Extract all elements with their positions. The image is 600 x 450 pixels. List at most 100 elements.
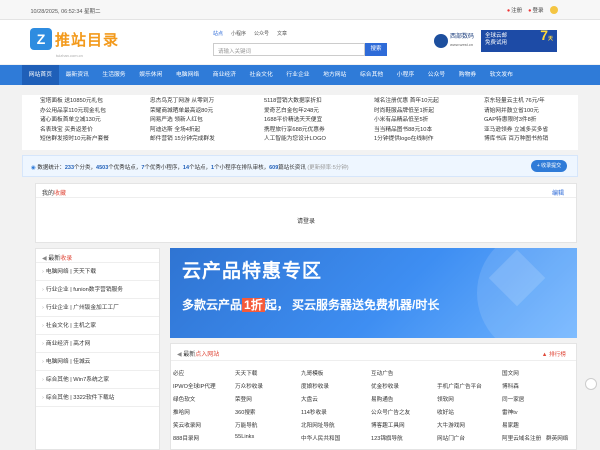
search-input[interactable]: 请输入关键词 [213,43,365,56]
list-item[interactable]: › 商业经济 | 高才网 [36,335,159,353]
site-link[interactable]: 手机广南广告平台 [437,382,482,390]
site-link[interactable]: 博科森 [502,382,519,390]
submit-site-button[interactable]: + 收录提交 [531,160,567,172]
site-link[interactable]: 中华人民共和国 [301,434,340,442]
promo-link[interactable]: 爱奇艺白金包年248元 [264,107,326,117]
site-link[interactable]: 123锦旗导航 [371,434,403,442]
nav-computer[interactable]: 电脑网络 [169,65,206,85]
site-link[interactable]: 易购通告 [371,395,393,403]
promo-link[interactable]: 携程旅行享688元优惠券 [264,126,326,136]
nav-coupon[interactable]: 购物券 [452,65,483,85]
nav-miniapp[interactable]: 小程序 [390,65,421,85]
register-link[interactable]: ●注册 [507,6,522,14]
promo-link[interactable]: 阿迪达斯 全场4折起 [150,126,215,136]
cloud-promo-banner[interactable]: 云产品特惠专区 多款云产品 1折 起， 买云服务器送免费机器/时长 [170,248,577,338]
site-link[interactable]: 易家趣 [502,421,519,429]
promo-link[interactable]: 1分钟提供logo在线制作 [374,135,439,145]
search-tab-site[interactable]: 站点 [213,30,223,37]
site-link[interactable]: 群英网络 [546,434,568,442]
site-link[interactable]: 公众号广告之友 [371,408,410,416]
site-link[interactable]: 荣登网 [235,395,252,403]
site-link[interactable]: 360搜索 [235,408,256,416]
west-ad[interactable]: 西部数码 www.west.cn [434,34,474,48]
nav-business[interactable]: 商业经济 [206,65,243,85]
list-item[interactable]: › 行业企业 | 广州钣金加工工厂 [36,299,159,317]
nav-industry[interactable]: 行业企业 [280,65,317,85]
promo-link[interactable]: 诸心面板首单立减130元 [40,116,109,126]
list-item[interactable]: › 行业企业 | funion数字营销服务 [36,281,159,299]
site-link[interactable]: 国文网 [502,369,519,377]
support-float-icon[interactable] [585,378,597,390]
search-tab-article[interactable]: 文章 [277,30,287,37]
favorites-edit-link[interactable]: 编辑 [552,188,564,197]
site-link[interactable]: 绿色软文 [173,395,195,403]
promo-link[interactable]: 时尚鞋服品牌低至1折起 [374,107,439,117]
site-link[interactable]: 互动广告 [371,369,393,377]
nav-home[interactable]: 网站首页 [22,65,59,85]
site-link[interactable]: 优金秒收录 [371,382,399,390]
nav-local[interactable]: 地方网站 [316,65,353,85]
list-item[interactable]: › 综合其他 | Win7系统之家 [36,371,159,389]
nav-news[interactable]: 最新资讯 [59,65,96,85]
site-link[interactable]: 必应 [173,369,184,377]
promo-link[interactable]: 忠杰鸟克丁网游 从零到万 [150,97,215,107]
promo-link[interactable]: 当当精品图书88元10本 [374,126,439,136]
site-link[interactable]: 大盘云 [301,395,318,403]
ranking-link[interactable]: ▲ 排行榜 [542,349,566,358]
promo-link[interactable]: 邮件营销 15分钟完成群发 [150,135,215,145]
site-link[interactable]: 天天下载 [235,369,257,377]
promo-link[interactable]: 域名注册优惠 首年10元起 [374,97,439,107]
site-link[interactable]: 114秒收录 [301,408,327,416]
site-link[interactable]: 推哈网 [173,408,190,416]
promo-link[interactable]: 请始网并鼓立省100元 [484,107,548,117]
promo-link[interactable]: 京东轻量云主机 76元/年 [484,97,548,107]
site-link[interactable]: 领软网 [437,395,454,403]
nav-entertainment[interactable]: 娱乐休闲 [132,65,169,85]
promo-link[interactable]: 宝塔面板 送10850元礼包 [40,97,109,107]
site-link[interactable]: 网站门广台 [437,434,465,442]
search-tab-miniapp[interactable]: 小程序 [231,30,246,37]
site-link[interactable]: 55Links [235,434,254,440]
promo-link[interactable]: 亚马逊领券 立减多买多省 [484,126,548,136]
promo-link[interactable]: 1688平价精选天天便宜 [264,116,326,126]
nav-other[interactable]: 综合其他 [353,65,390,85]
promo-link[interactable]: 小米有品精品低至5折 [374,116,439,126]
list-item[interactable]: › 社会文化 | 主机之家 [36,317,159,335]
site-link[interactable]: 阿里云域名注册 [502,434,541,442]
site-link[interactable]: 万众秒收录 [235,382,263,390]
promo-link[interactable]: 人工智能为您设计LOGO [264,135,326,145]
site-link[interactable]: 大牛游戏网 [437,421,465,429]
site-link[interactable]: 万能导航 [235,421,257,429]
promo-link[interactable]: 荣耀商城晒单最高返80元 [150,107,215,117]
nav-life[interactable]: 生活服务 [96,65,133,85]
site-link[interactable]: 同一家居 [502,395,524,403]
cloud-mail-ad[interactable]: 全球云邮 免费试用 7天 [481,28,557,52]
promo-link[interactable]: 5118营销大数据享折扣 [264,97,326,107]
promo-link[interactable]: 名表珠宝 买贵返差价 [40,126,109,136]
site-logo[interactable]: Z 推站目录 [30,28,119,50]
nav-softarticle[interactable]: 软文发布 [483,65,520,85]
site-link[interactable]: 笑云收录网 [173,421,201,429]
site-link[interactable]: 北阳网址导航 [301,421,335,429]
promo-link[interactable]: 博库书店 百万种图书热销 [484,135,548,145]
site-link[interactable]: 九哥模板 [301,369,323,377]
site-link[interactable]: IPWO全球IP代理 [173,382,216,390]
promo-link[interactable]: 网易严选 领新人红包 [150,116,215,126]
promo-link[interactable]: GAP特惠限时3件8折 [484,116,548,126]
site-link[interactable]: 度娘秒收录 [301,382,329,390]
nav-culture[interactable]: 社会文化 [243,65,280,85]
site-link[interactable]: 博客趣工具网 [371,421,405,429]
nav-mp[interactable]: 公众号 [421,65,452,85]
promo-link[interactable]: 办公用品享110元现金礼包 [40,107,109,117]
site-link[interactable]: 888目录网 [173,434,199,442]
search-button[interactable]: 搜索 [365,43,387,56]
list-item[interactable]: › 电脑网络 | 佳城云 [36,353,159,371]
list-item[interactable]: › 电脑网络 | 天天下载 [36,263,159,281]
site-link[interactable]: 雷神tv [502,408,518,416]
favorites-login-hint[interactable]: 请登录 [36,216,576,225]
skin-icon[interactable] [549,6,558,14]
search-tab-mp[interactable]: 公众号 [254,30,269,37]
login-link[interactable]: ●登录 [528,6,543,14]
promo-link[interactable]: 短信群发按时10元新户套餐 [40,135,109,145]
list-item[interactable]: › 综合其他 | 3322软件下载站 [36,389,159,407]
